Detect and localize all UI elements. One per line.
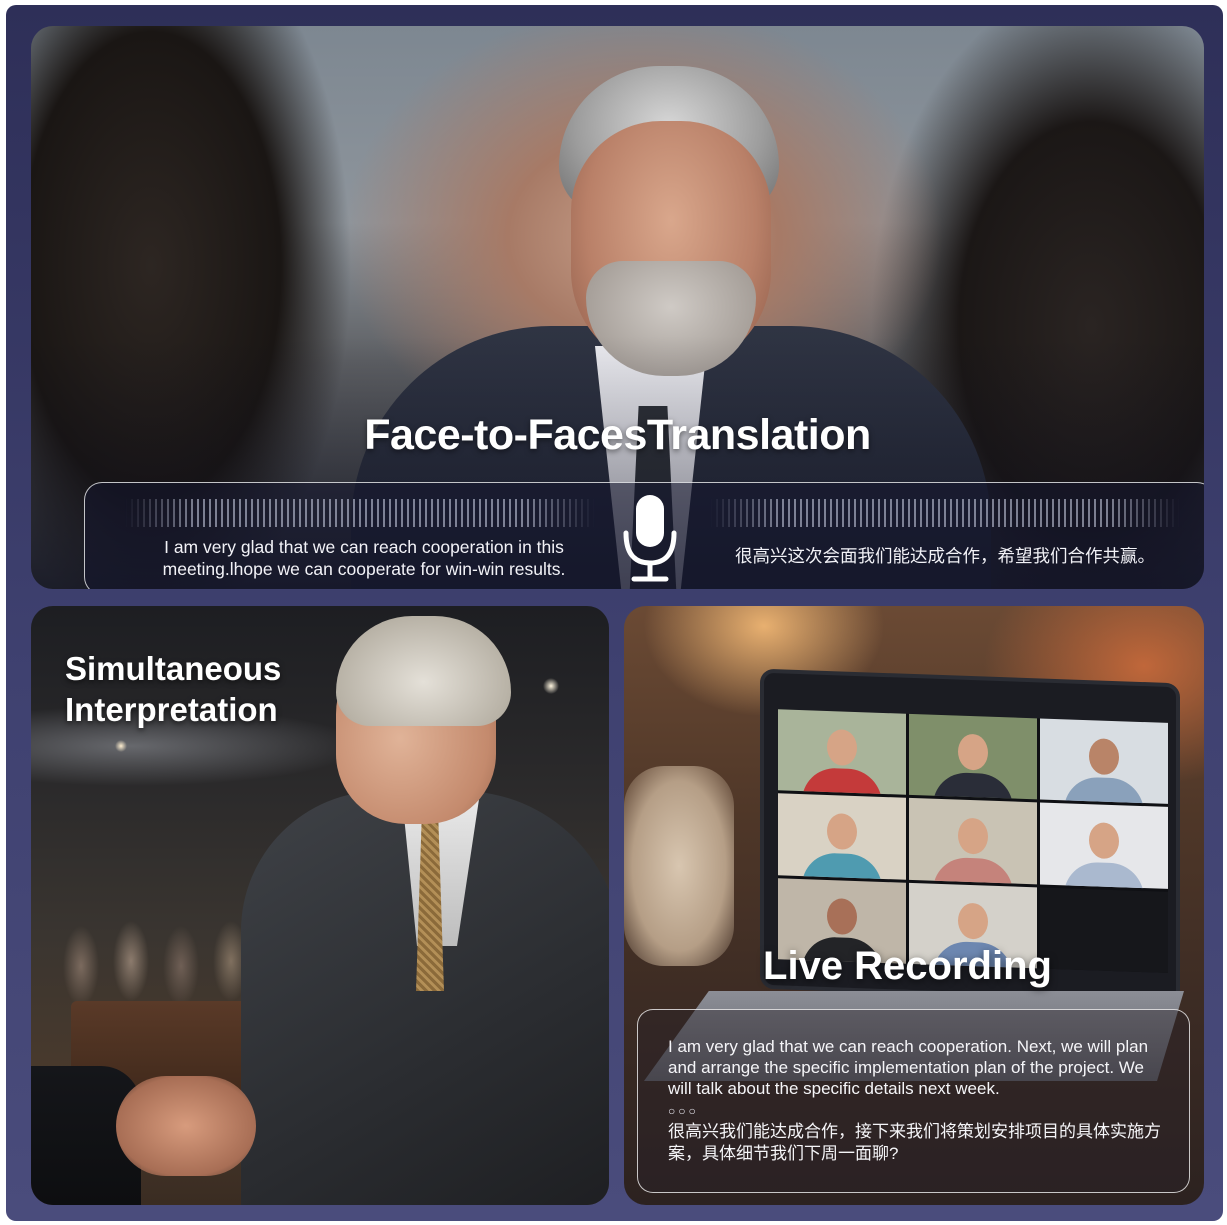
photo-blanket xyxy=(624,766,734,966)
live-recording-panel: Live Recording I am very glad that we ca… xyxy=(624,606,1204,1205)
video-tile xyxy=(909,798,1037,884)
transcript-english: I am very glad that we can reach coopera… xyxy=(668,1037,1149,1098)
translation-box: I am very glad that we can reach coopera… xyxy=(84,482,1204,589)
waveform-right-icon xyxy=(710,499,1180,527)
transcript-separator-dots: ○○○ xyxy=(668,1104,699,1118)
video-call-grid xyxy=(778,709,1168,973)
face-to-face-panel: Face-to-FacesTranslation I am very glad … xyxy=(31,26,1204,589)
simultaneous-title-line1: Simultaneous xyxy=(65,650,282,687)
simultaneous-title: Simultaneous Interpretation xyxy=(65,648,385,730)
face-to-face-title: Face-to-FacesTranslation xyxy=(364,411,871,459)
waveform-left-icon xyxy=(125,499,595,527)
video-tile xyxy=(778,793,906,880)
microphone-icon xyxy=(620,491,680,583)
video-tile xyxy=(1040,802,1168,889)
transcript-chinese: 很高兴我们能达成合作，接下来我们将策划安排项目的具体实施方案，具体细节我们下周一… xyxy=(668,1122,1161,1163)
simultaneous-interpretation-panel: Simultaneous Interpretation xyxy=(31,606,609,1205)
recording-transcript-box: I am very glad that we can reach coopera… xyxy=(637,1009,1190,1193)
live-recording-title: Live Recording xyxy=(763,944,1052,988)
video-tile xyxy=(909,713,1037,800)
photo-handshake xyxy=(116,1076,256,1176)
target-text: 很高兴这次会面我们能达成合作，希望我们合作共赢。 xyxy=(735,546,1155,566)
video-tile xyxy=(1040,718,1168,805)
source-text: I am very glad that we can reach coopera… xyxy=(162,537,566,579)
video-tile xyxy=(778,709,906,796)
simultaneous-title-line2: Interpretation xyxy=(65,691,278,728)
